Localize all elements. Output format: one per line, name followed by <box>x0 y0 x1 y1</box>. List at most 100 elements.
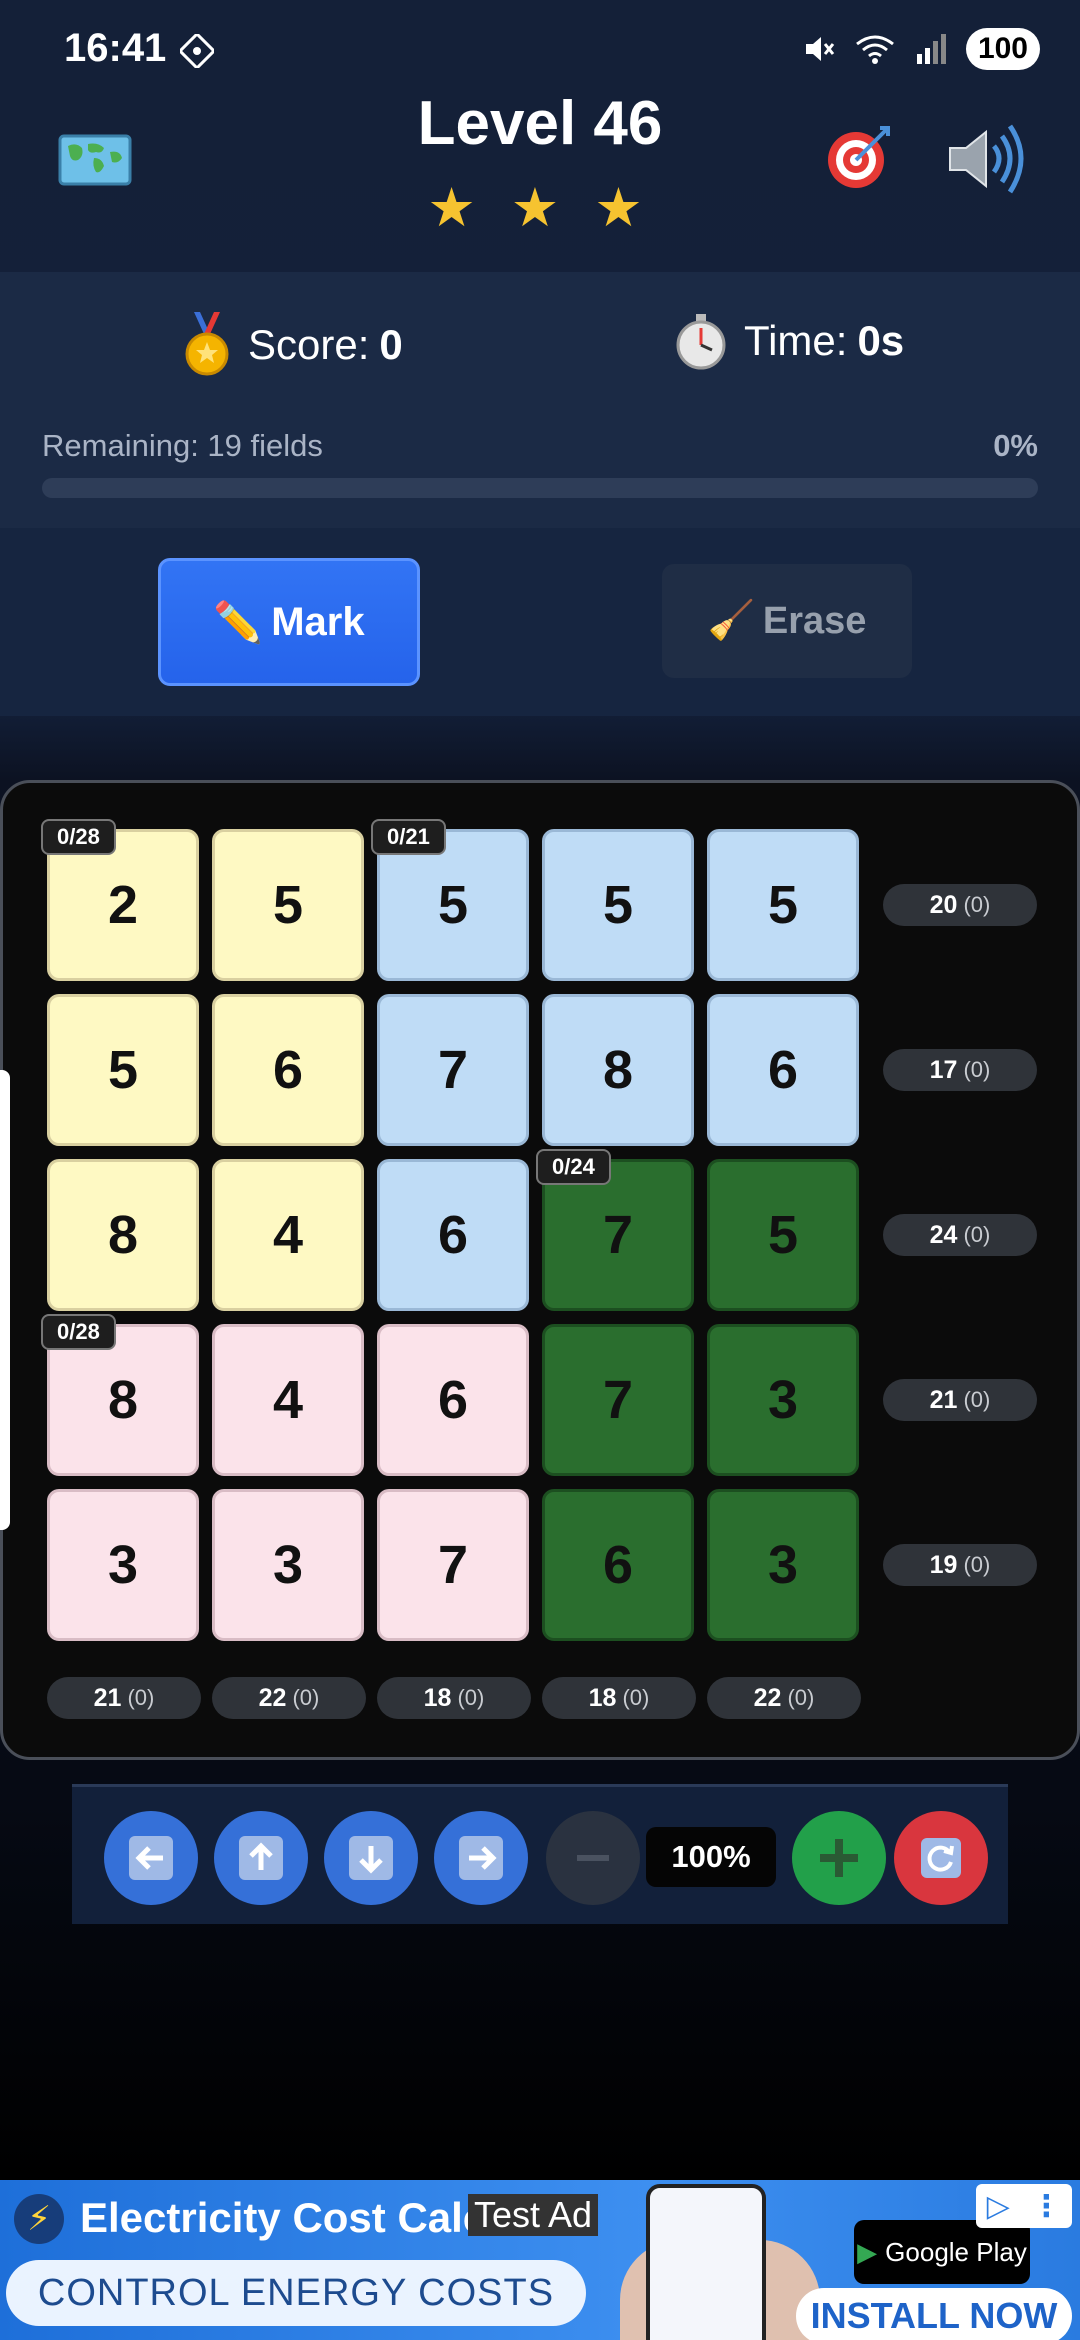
zoom-in-button[interactable] <box>792 1811 886 1905</box>
score-panel: Score: 0 Time: 0s Remaining: 19 fields 0… <box>0 272 1080 528</box>
zoom-level: 100% <box>646 1827 776 1887</box>
zoom-out-button[interactable] <box>546 1811 640 1905</box>
level-stars: ★ ★ ★ <box>427 178 653 238</box>
grid-cell[interactable]: 3 <box>47 1489 199 1641</box>
arrow-left-icon <box>129 1836 173 1880</box>
store-label: Google Play <box>885 2236 1027 2267</box>
ad-tagline: CONTROL ENERGY COSTS <box>6 2260 586 2326</box>
row-sum-current: (0) <box>963 1057 991 1082</box>
time-value: 0s <box>857 317 905 364</box>
move-right-button[interactable] <box>434 1811 528 1905</box>
move-up-button[interactable] <box>214 1811 308 1905</box>
column-sum-current: (0) <box>787 1685 815 1710</box>
arrow-right-icon <box>459 1836 503 1880</box>
grid-cell[interactable]: 7 <box>542 1324 694 1476</box>
grid-cell[interactable]: 6 <box>377 1159 529 1311</box>
ad-choices-icon[interactable]: ▷ <box>987 2189 1010 2224</box>
target-icon[interactable] <box>826 124 892 190</box>
column-sum-current: (0) <box>292 1685 320 1710</box>
row-sum-current: (0) <box>963 1387 991 1412</box>
column-sum-pill: 18 (0) <box>542 1677 696 1719</box>
erase-mode-button[interactable]: 🧹 Erase <box>662 564 912 678</box>
row-sum-target: 24 <box>929 1220 958 1249</box>
row-sum-target: 20 <box>929 890 958 919</box>
stopwatch-icon <box>676 314 726 370</box>
grid-cell[interactable]: 3 <box>707 1489 859 1641</box>
ad-choices-controls[interactable]: ▷ ⋮ <box>976 2184 1072 2228</box>
grid-cell[interactable]: 8 <box>47 1159 199 1311</box>
row-sum-target: 19 <box>929 1550 958 1579</box>
region-sum-tag: 0/21 <box>371 819 446 855</box>
mute-icon <box>805 37 835 61</box>
row-sum-pill: 17 (0) <box>883 1049 1037 1091</box>
google-play-badge[interactable]: ▶ Google Play <box>854 2220 1030 2284</box>
reset-view-button[interactable] <box>894 1811 988 1905</box>
side-drawer-handle[interactable] <box>0 1070 10 1530</box>
ad-banner[interactable]: ⚡ Electricity Cost Calc Test Ad CONTROL … <box>0 2180 1080 2340</box>
arrow-down-icon <box>349 1836 393 1880</box>
mark-button-label: Mark <box>271 599 365 644</box>
grid-cell[interactable]: 6 <box>542 1489 694 1641</box>
column-sum-pill: 22 (0) <box>212 1677 366 1719</box>
grid-cell[interactable]: 5 <box>47 994 199 1146</box>
row-sum-current: (0) <box>963 1552 991 1577</box>
row-sum-target: 17 <box>929 1055 958 1084</box>
medal-icon <box>185 312 229 376</box>
score-value: 0 <box>379 321 403 368</box>
broom-icon: 🧹 <box>707 600 755 642</box>
speaker-icon[interactable] <box>944 120 1026 196</box>
row-sum-pill: 19 (0) <box>883 1544 1037 1586</box>
grid-cell[interactable]: 5 <box>542 829 694 981</box>
install-now-button[interactable]: INSTALL NOW <box>796 2288 1072 2340</box>
grid-cell[interactable]: 6 <box>212 994 364 1146</box>
grid-cell[interactable]: 5 <box>707 1159 859 1311</box>
ad-test-label: Test Ad <box>468 2194 599 2236</box>
row-sum-current: (0) <box>963 1222 991 1247</box>
column-sum-current: (0) <box>457 1685 485 1710</box>
move-left-button[interactable] <box>104 1811 198 1905</box>
column-sum-current: (0) <box>622 1685 650 1710</box>
row-sum-pill: 21 (0) <box>883 1379 1037 1421</box>
battery-indicator: 100 <box>965 28 1040 70</box>
column-sum-target: 21 <box>93 1683 122 1712</box>
signal-icon <box>916 34 946 64</box>
pencil-icon: ✏️ <box>213 600 264 645</box>
column-sum-pill: 18 (0) <box>377 1677 531 1719</box>
grid-cell[interactable]: 6 <box>377 1324 529 1476</box>
ad-phone-image <box>646 2184 766 2340</box>
grid-cell[interactable]: 4 <box>212 1324 364 1476</box>
mark-mode-button[interactable]: ✏️ Mark <box>158 558 420 686</box>
wifi-icon <box>856 35 894 64</box>
grid-cell[interactable]: 3 <box>707 1324 859 1476</box>
grid-cell[interactable]: 8 <box>542 994 694 1146</box>
mode-panel: ✏️ Mark 🧹 Erase <box>0 528 1080 716</box>
game-header: Level 46 ★ ★ ★ <box>0 80 1080 270</box>
grid-cell[interactable]: 4 <box>212 1159 364 1311</box>
arrow-up-icon <box>239 1836 283 1880</box>
column-sum-pill: 22 (0) <box>707 1677 861 1719</box>
move-down-button[interactable] <box>324 1811 418 1905</box>
grid-cell[interactable]: 5 <box>707 829 859 981</box>
progress-percent: 0% <box>993 428 1038 463</box>
grid-cell[interactable]: 5 <box>212 829 364 981</box>
column-sum-target: 22 <box>258 1683 287 1712</box>
puzzle-board: 2 5 5 5 5 5 6 7 8 6 8 4 6 7 5 8 4 6 7 3 3 3 7 6 3 0/28 0/21 0/24 0/2… <box>0 780 1080 1760</box>
minus-icon <box>577 1855 609 1861</box>
column-sum-current: (0) <box>127 1685 155 1710</box>
time-label: Time: <box>744 317 848 364</box>
time-display: Time: 0s <box>672 312 904 370</box>
grid-cell[interactable]: 6 <box>707 994 859 1146</box>
row-sum-target: 21 <box>929 1385 958 1414</box>
play-store-icon: ▶ <box>857 2236 878 2267</box>
location-diamond-icon <box>180 34 214 68</box>
ad-title: Electricity Cost Calc <box>80 2194 487 2241</box>
status-icons: 100 <box>802 28 1040 70</box>
grid-cell[interactable]: 7 <box>377 1489 529 1641</box>
region-sum-tag: 0/28 <box>41 1314 116 1350</box>
grid-cell[interactable]: 3 <box>212 1489 364 1641</box>
grid-cell[interactable]: 7 <box>377 994 529 1146</box>
column-sum-target: 22 <box>753 1683 782 1712</box>
board-controls: 100% <box>72 1784 1008 1924</box>
score-label: Score: <box>248 321 370 368</box>
ad-menu-icon[interactable]: ⋮ <box>1031 2189 1061 2224</box>
